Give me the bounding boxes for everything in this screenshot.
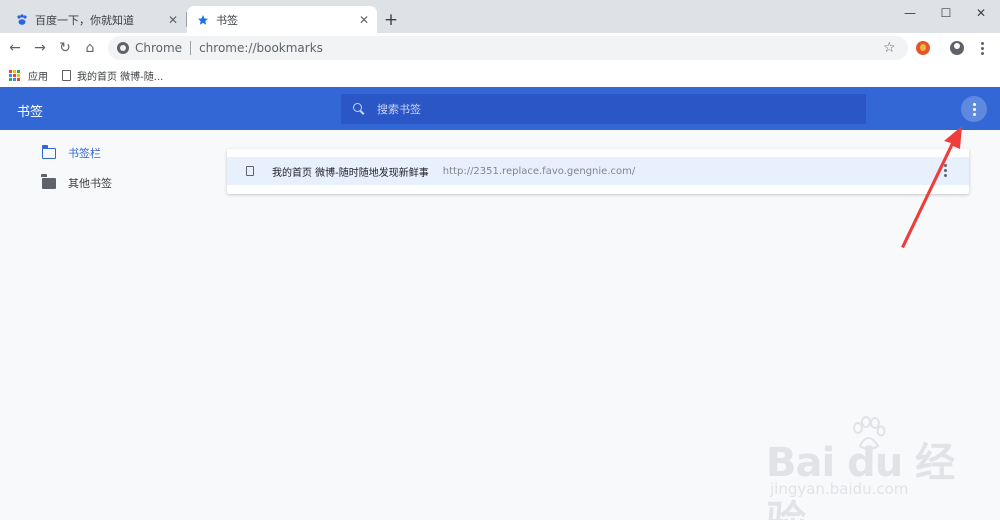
chrome-window: 百度一下，你就知道 ✕ 书签 ✕ + — ☐ ✕ ← → ↻ ⌂ Chrome … (0, 0, 1000, 520)
search-box[interactable] (341, 94, 866, 124)
sidebar-item-bookmarks-bar[interactable]: 书签栏 (42, 143, 101, 163)
apps-grid-dot (13, 77, 16, 81)
folder-open-icon (42, 144, 56, 159)
baidu-watermark: Bai du 经验 jingyan.baidu.com (766, 416, 986, 520)
star-icon (196, 13, 210, 27)
bookmarks-header: 书签 (0, 87, 1000, 130)
browser-toolbar: ← → ↻ ⌂ Chrome chrome://bookmarks ☆ (0, 33, 1000, 63)
omnibox-url[interactable]: chrome://bookmarks (199, 41, 323, 55)
bookmark-list: 我的首页 微博-随时随地发现新鲜事 http://2351.replace.fa… (227, 149, 969, 194)
close-tab-icon[interactable]: ✕ (165, 13, 181, 27)
item-more-icon[interactable] (944, 164, 947, 177)
close-window-button[interactable]: ✕ (964, 0, 998, 26)
tab-label: 书签 (216, 13, 238, 27)
apps-grid-dot (9, 69, 12, 73)
page-title: 书签 (17, 105, 44, 120)
minimize-button[interactable]: — (893, 0, 927, 26)
chrome-menu-icon[interactable] (975, 38, 989, 58)
omnibox-divider (190, 41, 192, 55)
bookmark-star-icon[interactable]: ☆ (883, 40, 896, 56)
watermark-site: jingyan.baidu.com (770, 480, 909, 498)
home-button[interactable]: ⌂ (79, 37, 101, 59)
omnibox-chip: Chrome (135, 41, 183, 55)
apps-grid-icon[interactable] (9, 69, 20, 81)
address-bar[interactable]: Chrome chrome://bookmarks (108, 36, 908, 60)
maximize-button[interactable]: ☐ (929, 0, 963, 26)
chrome-icon (117, 42, 129, 54)
sidebar-item-label: 其他书签 (68, 177, 112, 190)
profile-icon[interactable] (950, 41, 964, 55)
sidebar-item-label: 书签栏 (68, 147, 101, 160)
organize-menu-button[interactable] (961, 96, 987, 122)
back-button[interactable]: ← (4, 37, 26, 59)
list-item[interactable]: 我的首页 微博-随时随地发现新鲜事 http://2351.replace.fa… (227, 157, 969, 185)
apps-label[interactable]: 应用 (28, 68, 48, 83)
forward-button[interactable]: → (29, 37, 51, 59)
apps-grid-dot (17, 69, 20, 73)
reload-button[interactable]: ↻ (54, 37, 76, 59)
extension-icon[interactable] (916, 41, 930, 55)
bookmark-title: 我的首页 微博-随时随地发现新鲜事 (272, 167, 429, 179)
new-tab-button[interactable]: + (380, 9, 402, 31)
bookmark-bar-item-label: 我的首页 微博-随... (77, 71, 164, 83)
tab-baidu[interactable]: 百度一下，你就知道 ✕ (6, 6, 186, 33)
baidu-paw-icon (15, 13, 29, 27)
apps-grid-dot (17, 73, 20, 77)
apps-grid-dot (13, 69, 16, 73)
apps-grid-dot (13, 73, 16, 77)
search-icon (353, 103, 365, 115)
watermark-brand: Bai du 经验 (766, 440, 955, 520)
tab-bookmarks[interactable]: 书签 ✕ (187, 6, 377, 33)
bookmarks-bar: 应用 我的首页 微博-随... (0, 63, 1000, 87)
page-icon (62, 69, 71, 81)
apps-grid-dot (17, 77, 20, 81)
search-input[interactable] (377, 102, 837, 116)
sidebar-item-other-bookmarks[interactable]: 其他书签 (41, 173, 112, 193)
apps-grid-dot (9, 77, 12, 81)
page-icon (246, 166, 254, 176)
close-tab-icon[interactable]: ✕ (356, 13, 372, 27)
tab-strip: 百度一下，你就知道 ✕ 书签 ✕ + — ☐ ✕ (0, 0, 1000, 33)
bookmark-url: http://2351.replace.favo.gengnie.com/ (442, 165, 636, 177)
bookmark-bar-item[interactable]: 我的首页 微博-随... (62, 68, 163, 83)
tab-label: 百度一下，你就知道 (35, 13, 134, 27)
apps-grid-dot (9, 73, 12, 77)
folder-icon (41, 173, 56, 189)
